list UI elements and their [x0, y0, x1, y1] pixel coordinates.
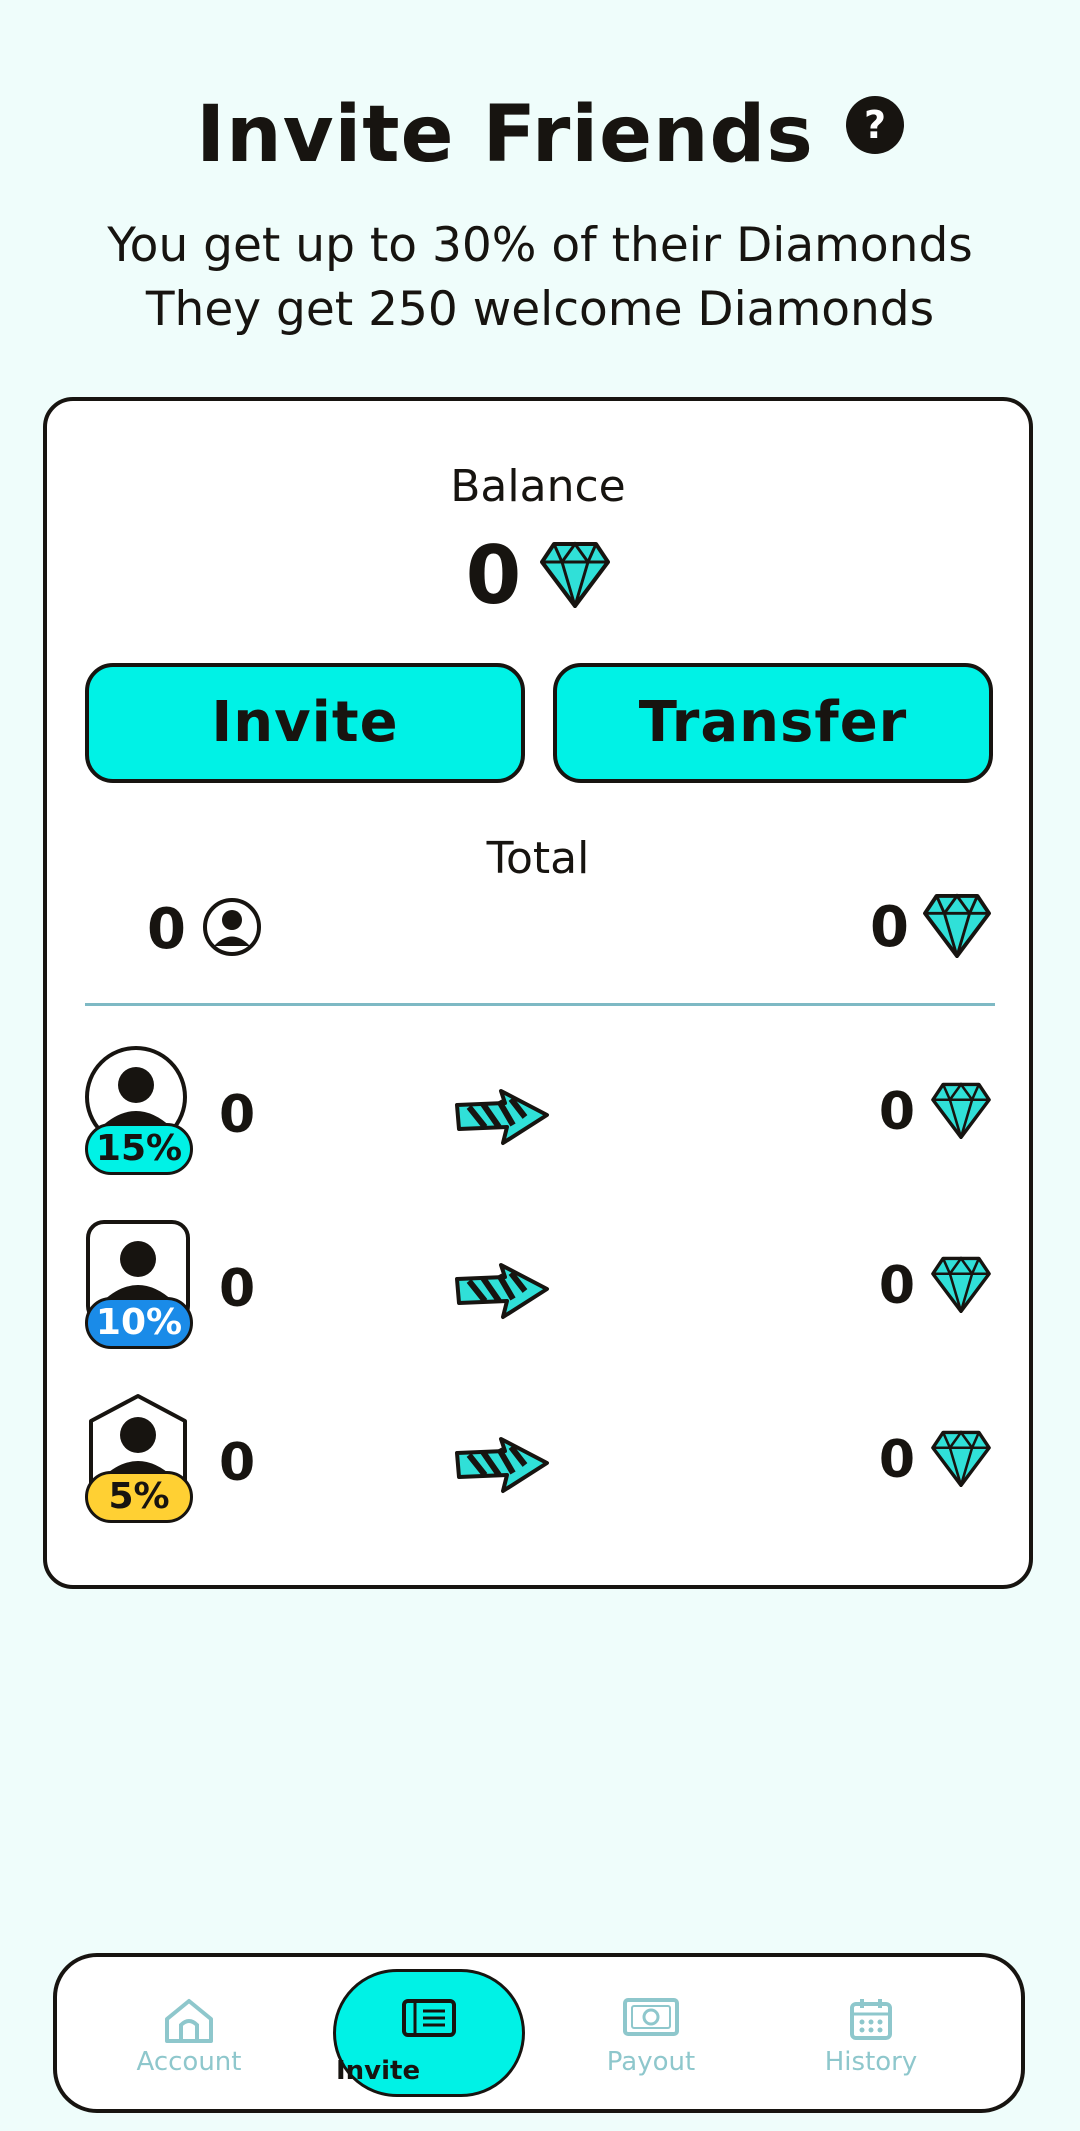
tier-1-diamonds-count: 0	[878, 1082, 915, 1142]
ticket-icon	[401, 1998, 457, 2042]
nav-item-account[interactable]: Account	[109, 1957, 269, 2109]
balance-value: 0	[465, 529, 522, 622]
diamond-icon	[931, 1255, 991, 1317]
tier-1-diamonds: 0	[879, 1081, 991, 1143]
money-icon	[622, 1997, 680, 2041]
title-row: Invite Friends	[0, 80, 1080, 190]
nav-label-payout: Payout	[606, 2047, 696, 2077]
diamond-icon	[931, 1081, 991, 1143]
bottom-nav: Account Invite Payout History	[53, 1953, 1025, 2113]
diamond-icon	[540, 540, 611, 612]
invite-card: Balance 0 Invite Transfer Total 0 0 15% …	[43, 397, 1033, 1589]
arrow-icon	[455, 1261, 551, 1325]
total-friends: 0	[147, 889, 262, 969]
total-friends-count: 0	[147, 896, 186, 962]
tier-1-percent-badge: 15%	[85, 1123, 193, 1175]
transfer-button[interactable]: Transfer	[553, 663, 993, 783]
diamond-icon	[931, 1429, 991, 1491]
balance-label: Balance	[450, 461, 626, 512]
total-label: Total	[486, 833, 590, 884]
nav-item-invite[interactable]: Invite	[333, 1969, 525, 2097]
tier-3-diamonds-count: 0	[878, 1430, 915, 1490]
tier-2-percent-badge: 10%	[85, 1297, 193, 1349]
tier-2-diamonds: 0	[879, 1255, 991, 1317]
subtitle-line-1: You get up to 30% of their Diamonds	[107, 218, 973, 273]
balance-row: 0	[47, 531, 1029, 621]
subtitle-line-2: They get 250 welcome Diamonds	[145, 282, 935, 337]
nav-item-payout[interactable]: Payout	[571, 1957, 731, 2109]
tier-row: 10% 0 0	[47, 1219, 1029, 1369]
tier-2-diamonds-count: 0	[878, 1256, 915, 1316]
help-icon[interactable]: ?	[846, 96, 904, 154]
tier-1-friends: 0	[219, 1085, 256, 1145]
tier-2-friends: 0	[219, 1259, 256, 1319]
arrow-icon	[455, 1435, 551, 1499]
calendar-icon	[849, 1997, 893, 2045]
arrow-icon	[455, 1087, 551, 1151]
tier-3-percent-badge: 5%	[85, 1471, 193, 1523]
nav-label-account: Account	[136, 2047, 242, 2077]
home-icon	[163, 1997, 215, 2049]
total-diamonds-count: 0	[870, 894, 909, 960]
nav-label-invite: Invite	[336, 2056, 421, 2086]
tier-3-diamonds: 0	[879, 1429, 991, 1491]
user-circle-icon	[202, 897, 262, 961]
nav-label-history: History	[824, 2047, 918, 2077]
diamond-icon	[923, 892, 991, 962]
invite-button[interactable]: Invite	[85, 663, 525, 783]
nav-item-history[interactable]: History	[791, 1957, 951, 2109]
tier-row: 15% 0 0	[47, 1045, 1029, 1195]
tier-3-friends: 0	[219, 1433, 256, 1493]
tier-row: 5% 0 0	[47, 1393, 1029, 1543]
total-diamonds: 0	[870, 887, 991, 967]
divider	[85, 1003, 995, 1006]
